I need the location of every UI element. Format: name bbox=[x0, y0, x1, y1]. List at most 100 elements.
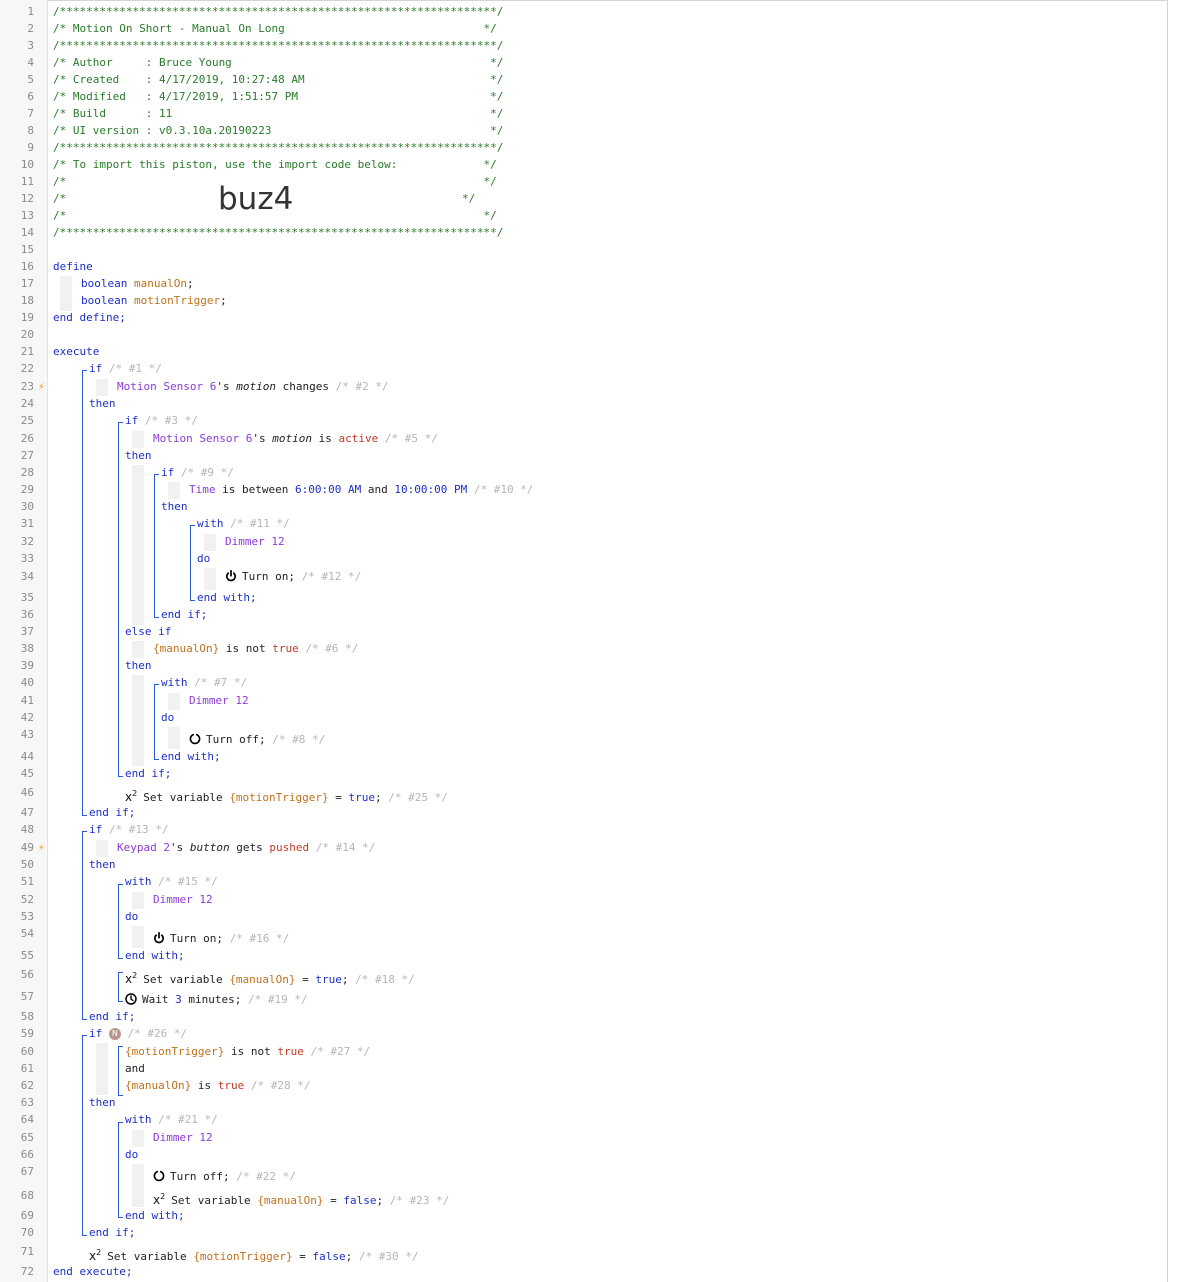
task-label: Set variable bbox=[143, 791, 223, 804]
task-set-motiontrigger-true[interactable]: x2 Set variable {motionTrigger} = true; /… bbox=[125, 789, 448, 804]
header-border: /***************************************… bbox=[53, 226, 504, 239]
block-line-if13 bbox=[82, 831, 83, 1020]
line-number: 9 bbox=[27, 141, 34, 154]
line-number: 36 bbox=[20, 608, 34, 621]
line-number: 1 bbox=[27, 5, 34, 18]
else-if-keyword[interactable]: else if bbox=[125, 625, 171, 638]
define-keyword[interactable]: define bbox=[53, 260, 93, 273]
variable-ref: {motionTrigger} bbox=[229, 791, 329, 804]
condition-motion-active[interactable]: Motion Sensor 6's motion is active /* #5… bbox=[153, 432, 438, 445]
end-execute-keyword: end execute; bbox=[53, 1265, 133, 1278]
line-number: 11 bbox=[20, 175, 34, 188]
value: pushed bbox=[269, 841, 310, 854]
device-name[interactable]: Dimmer 12 bbox=[225, 535, 285, 548]
condition-badge: N bbox=[108, 1028, 121, 1040]
statement-comment: /* #27 */ bbox=[310, 1045, 371, 1058]
end-define-keyword: end define; bbox=[53, 311, 126, 324]
operator: is not bbox=[230, 1045, 271, 1058]
block-line-with7 bbox=[154, 684, 155, 760]
if-statement-26[interactable]: if N /* #26 */ bbox=[89, 1027, 187, 1040]
task-set-manualon-true[interactable]: x2 Set variable {manualOn} = true; /* #18… bbox=[125, 971, 415, 986]
task-label: Turn on; bbox=[170, 932, 223, 945]
do11-indent-shade bbox=[204, 568, 216, 590]
line-number: 48 bbox=[20, 823, 34, 836]
line-number: 47 bbox=[20, 806, 34, 819]
variable-declaration-motiontrigger[interactable]: boolean motionTrigger; bbox=[81, 294, 227, 307]
task-turn-on[interactable]: Turn on; /* #12 */ bbox=[225, 570, 361, 583]
statement-comment: /* #7 */ bbox=[194, 676, 248, 689]
variable-ref: {manualOn} bbox=[125, 1079, 192, 1092]
line-number: 22 bbox=[20, 362, 34, 375]
line-number: 68 bbox=[20, 1189, 34, 1202]
device-name: Keypad 2 bbox=[117, 841, 170, 854]
task-turn-off[interactable]: Turn off; /* #8 */ bbox=[189, 733, 325, 746]
line-number: 52 bbox=[20, 893, 34, 906]
type-keyword: boolean bbox=[81, 294, 128, 307]
variable-declaration-manualon[interactable]: boolean manualOn; bbox=[81, 277, 194, 290]
statement-comment: /* #13 */ bbox=[108, 823, 169, 836]
if-statement-3[interactable]: if /* #3 */ bbox=[125, 414, 198, 427]
device-name[interactable]: Dimmer 12 bbox=[153, 893, 213, 906]
header-import-note: /* To import this piston, use the import… bbox=[53, 158, 497, 171]
end-with-keyword: end with; bbox=[125, 1209, 185, 1222]
if-keyword: if bbox=[89, 1027, 103, 1040]
statement-comment: /* #23 */ bbox=[389, 1194, 450, 1207]
with-statement-11[interactable]: with /* #11 */ bbox=[197, 517, 290, 530]
operator: is not bbox=[225, 642, 266, 655]
device-name[interactable]: Dimmer 12 bbox=[153, 1131, 213, 1144]
condition-manualon-true[interactable]: {manualOn} is true /* #28 */ bbox=[125, 1079, 310, 1092]
with-statement-21[interactable]: with /* #21 */ bbox=[125, 1113, 218, 1126]
statement-comment: /* #19 */ bbox=[247, 993, 308, 1006]
condition-time-between[interactable]: Time is between 6:00:00 AM and 10:00:00 … bbox=[189, 483, 533, 496]
power-on-icon bbox=[153, 932, 165, 944]
line-number: 50 bbox=[20, 858, 34, 871]
device-name: Motion Sensor 6 bbox=[117, 380, 217, 393]
then6-indent-shade bbox=[132, 675, 144, 766]
task-set-motiontrigger-false[interactable]: x2 Set variable {motionTrigger} = false; … bbox=[89, 1248, 419, 1263]
statement-comment: /* #10 */ bbox=[473, 483, 534, 496]
statement-comment: /* #3 */ bbox=[144, 414, 198, 427]
header-border: /***************************************… bbox=[53, 39, 504, 52]
execute-keyword[interactable]: execute bbox=[53, 345, 99, 358]
semicolon: ; bbox=[376, 1194, 384, 1207]
header-comment-close: */ bbox=[462, 192, 476, 205]
and-operator[interactable]: and bbox=[125, 1062, 145, 1075]
task-wait[interactable]: Wait 3 minutes; /* #19 */ bbox=[125, 993, 308, 1006]
condition-motiontrigger-not-true[interactable]: {motionTrigger} is not true /* #27 */ bbox=[125, 1045, 370, 1058]
x-squared-icon: x2 bbox=[89, 1248, 102, 1263]
if-statement-1[interactable]: if /* #1 */ bbox=[89, 362, 162, 375]
condition-motion-changes[interactable]: Motion Sensor 6's motion changes /* #2 *… bbox=[117, 380, 389, 393]
semicolon: ; bbox=[345, 1250, 353, 1263]
variable-name: motionTrigger bbox=[133, 294, 221, 307]
value: true bbox=[348, 791, 376, 804]
with-statement-15[interactable]: with /* #15 */ bbox=[125, 875, 218, 888]
line-number: 2 bbox=[27, 22, 34, 35]
block-tick-with21-top bbox=[118, 1122, 123, 1123]
block-line-with15 bbox=[118, 884, 119, 959]
if-statement-9[interactable]: if /* #9 */ bbox=[161, 466, 234, 479]
condition-manualon-not-true[interactable]: {manualOn} is not true /* #6 */ bbox=[153, 642, 358, 655]
task-turn-on[interactable]: Turn on; /* #16 */ bbox=[153, 932, 289, 945]
line-number: 5 bbox=[27, 73, 34, 86]
x-squared-icon: x2 bbox=[125, 971, 138, 986]
with-statement-7[interactable]: with /* #7 */ bbox=[161, 676, 247, 689]
line-number: 64 bbox=[20, 1113, 34, 1126]
device-name[interactable]: Dimmer 12 bbox=[189, 694, 249, 707]
value: true bbox=[315, 973, 342, 986]
do-keyword: do bbox=[161, 711, 175, 724]
statement-comment: /* #25 */ bbox=[388, 791, 448, 804]
task-set-manualon-false[interactable]: x2 Set variable {manualOn} = false; /* #2… bbox=[153, 1192, 449, 1207]
if3-indent-shade bbox=[132, 431, 144, 448]
condition-button-pushed[interactable]: Keypad 2's button gets pushed /* #14 */ bbox=[117, 841, 375, 854]
line-number: 72 bbox=[20, 1265, 34, 1278]
elseif-indent-shade bbox=[132, 641, 144, 658]
block-tick-if1-bottom bbox=[82, 815, 87, 816]
and-keyword: and bbox=[367, 483, 388, 496]
line-number: 63 bbox=[20, 1096, 34, 1109]
possessive: 's bbox=[252, 432, 266, 445]
line-number: 65 bbox=[20, 1131, 34, 1144]
if-statement-13[interactable]: if /* #13 */ bbox=[89, 823, 168, 836]
task-turn-off[interactable]: Turn off; /* #22 */ bbox=[153, 1170, 296, 1183]
line-number: 46 bbox=[20, 786, 34, 799]
if-keyword: if bbox=[125, 414, 139, 427]
